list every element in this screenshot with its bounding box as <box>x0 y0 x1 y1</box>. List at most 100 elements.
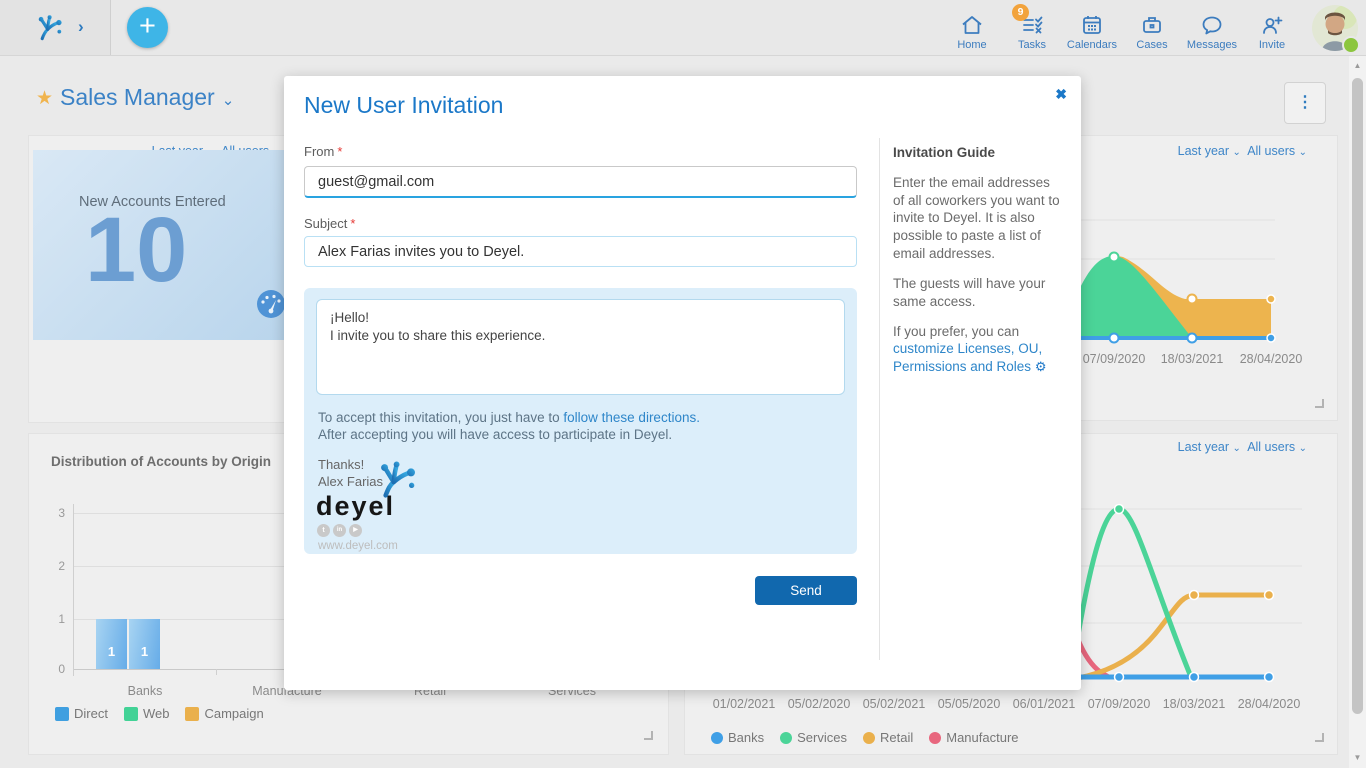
legend-dot <box>780 732 792 744</box>
required-mark: * <box>350 216 355 231</box>
nav-tasks-label: Tasks <box>1018 39 1046 51</box>
page-menu-button[interactable]: ⋮ <box>1284 82 1326 124</box>
chart-legend: Banks Services Retail Manufacture <box>711 730 1035 745</box>
subject-input[interactable] <box>304 236 857 267</box>
app-screen: › + Home 9 Tasks <box>0 0 1366 768</box>
bar-banks-direct[interactable]: 1 <box>96 619 127 669</box>
note-line2: After accepting you will have access to … <box>318 427 672 442</box>
legend-label: Manufacture <box>946 730 1018 745</box>
scrollbar-thumb[interactable] <box>1352 78 1363 714</box>
page-scrollbar[interactable]: ▲ ▼ <box>1349 56 1366 768</box>
message-textarea[interactable]: ¡Hello! I invite you to share this exper… <box>316 299 845 395</box>
card-resize-handle[interactable] <box>644 731 653 740</box>
deyel-logo-icon <box>374 458 424 498</box>
twitter-icon[interactable]: t <box>317 524 330 537</box>
topbar: › + Home 9 Tasks <box>0 0 1366 56</box>
card-new-accounts: Last year ⌄ All users ⌄ New Accounts Ent… <box>28 135 290 423</box>
calendar-icon <box>1080 13 1104 37</box>
legend-item[interactable]: Retail <box>863 730 913 745</box>
guide-paragraph-1: Enter the email addresses of all coworke… <box>893 174 1063 263</box>
from-label: From* <box>304 144 342 159</box>
nav-home[interactable]: Home <box>942 0 1002 56</box>
card-resize-handle[interactable] <box>1315 399 1324 408</box>
message-panel: ¡Hello! I invite you to share this exper… <box>304 288 857 554</box>
create-new-button[interactable]: + <box>127 7 168 48</box>
legend-item[interactable]: Campaign <box>185 706 263 721</box>
sidebar-expand-icon[interactable]: › <box>78 17 84 37</box>
x-label: 01/02/2021 <box>713 697 776 711</box>
card-resize-handle[interactable] <box>1315 733 1324 742</box>
legend-item[interactable]: Direct <box>55 706 108 721</box>
x-label: 06/01/2021 <box>1013 697 1076 711</box>
subject-label: Subject* <box>304 216 355 231</box>
send-button[interactable]: Send <box>755 576 857 605</box>
nav-home-label: Home <box>957 39 986 51</box>
youtube-icon[interactable]: ▶ <box>349 524 362 537</box>
nav-messages-label: Messages <box>1187 39 1237 51</box>
gear-icon[interactable]: ⚙ <box>1035 359 1047 374</box>
close-icon[interactable]: ✖ <box>1055 86 1067 103</box>
legend-item[interactable]: Web <box>124 706 170 721</box>
y-tick: 3 <box>35 506 65 520</box>
x-label: 05/05/2020 <box>938 697 1001 711</box>
divider <box>879 138 880 660</box>
subject-label-text: Subject <box>304 216 347 231</box>
chart-legend: Direct Web Campaign <box>55 706 280 721</box>
page-title[interactable]: Sales Manager⌄ <box>60 84 234 111</box>
signature-thanks: Thanks! <box>318 457 364 472</box>
online-status-dot <box>1342 36 1360 54</box>
legend-dot <box>929 732 941 744</box>
stat-tile[interactable]: New Accounts Entered 10 <box>33 150 287 340</box>
from-label-text: From <box>304 144 334 159</box>
legend-label: Services <box>797 730 847 745</box>
deyel-logo-icon[interactable] <box>36 13 64 41</box>
y-tick: 1 <box>35 612 65 626</box>
scroll-down-icon[interactable]: ▼ <box>1349 750 1366 766</box>
brand-area: › <box>0 0 111 55</box>
legend-item[interactable]: Banks <box>711 730 764 745</box>
guide-paragraph-3: If you prefer, you can customize License… <box>893 323 1063 376</box>
x-label: 07/09/2020 <box>1083 352 1146 366</box>
customize-link[interactable]: customize Licenses, OU, Permissions and … <box>893 341 1042 374</box>
y-tick: 0 <box>35 662 65 676</box>
nav-invite[interactable]: Invite <box>1242 0 1302 56</box>
guide-paragraph-2: The guests will have your same access. <box>893 275 1063 311</box>
nav-calendars[interactable]: Calendars <box>1062 0 1122 56</box>
tasks-badge: 9 <box>1012 4 1029 21</box>
message-icon <box>1200 13 1224 37</box>
dialog-title: New User Invitation <box>304 92 503 119</box>
social-icons: t in ▶ <box>317 524 845 537</box>
legend-item[interactable]: Manufacture <box>929 730 1018 745</box>
linkedin-icon[interactable]: in <box>333 524 346 537</box>
legend-swatch <box>124 707 138 721</box>
guide-title: Invitation Guide <box>893 144 1063 162</box>
nav-invite-label: Invite <box>1259 39 1285 51</box>
bar-banks-web[interactable]: 1 <box>129 619 160 669</box>
invite-icon <box>1260 13 1284 37</box>
y-tick: 2 <box>35 559 65 573</box>
x-label: Banks <box>128 684 163 698</box>
x-label: 28/04/2020 <box>1238 697 1301 711</box>
directions-link[interactable]: follow these directions. <box>563 410 700 425</box>
from-input[interactable] <box>304 166 857 198</box>
bar-value-label: 1 <box>141 644 148 659</box>
nav-tasks[interactable]: 9 Tasks <box>1002 0 1062 56</box>
legend-label: Banks <box>728 730 764 745</box>
x-label: 18/03/2021 <box>1161 352 1224 366</box>
chevron-down-icon: ⌄ <box>222 92 235 109</box>
scroll-up-icon[interactable]: ▲ <box>1349 58 1366 74</box>
legend-item[interactable]: Services <box>780 730 847 745</box>
home-icon <box>960 13 984 37</box>
x-label: 05/02/2020 <box>788 697 851 711</box>
y-axis-line <box>73 504 74 676</box>
guide-p3-prefix: If you prefer, you can <box>893 324 1019 339</box>
favorite-star-icon[interactable]: ★ <box>36 87 53 110</box>
nav-cases[interactable]: Cases <box>1122 0 1182 56</box>
axis-tick <box>216 669 217 675</box>
x-label: 07/09/2020 <box>1088 697 1151 711</box>
invitation-guide: Invitation Guide Enter the email address… <box>893 144 1063 388</box>
new-user-invitation-dialog: New User Invitation ✖ From* Subject* ¡He… <box>284 76 1081 690</box>
required-mark: * <box>337 144 342 159</box>
stat-value: 10 <box>85 198 187 303</box>
nav-messages[interactable]: Messages <box>1182 0 1242 56</box>
